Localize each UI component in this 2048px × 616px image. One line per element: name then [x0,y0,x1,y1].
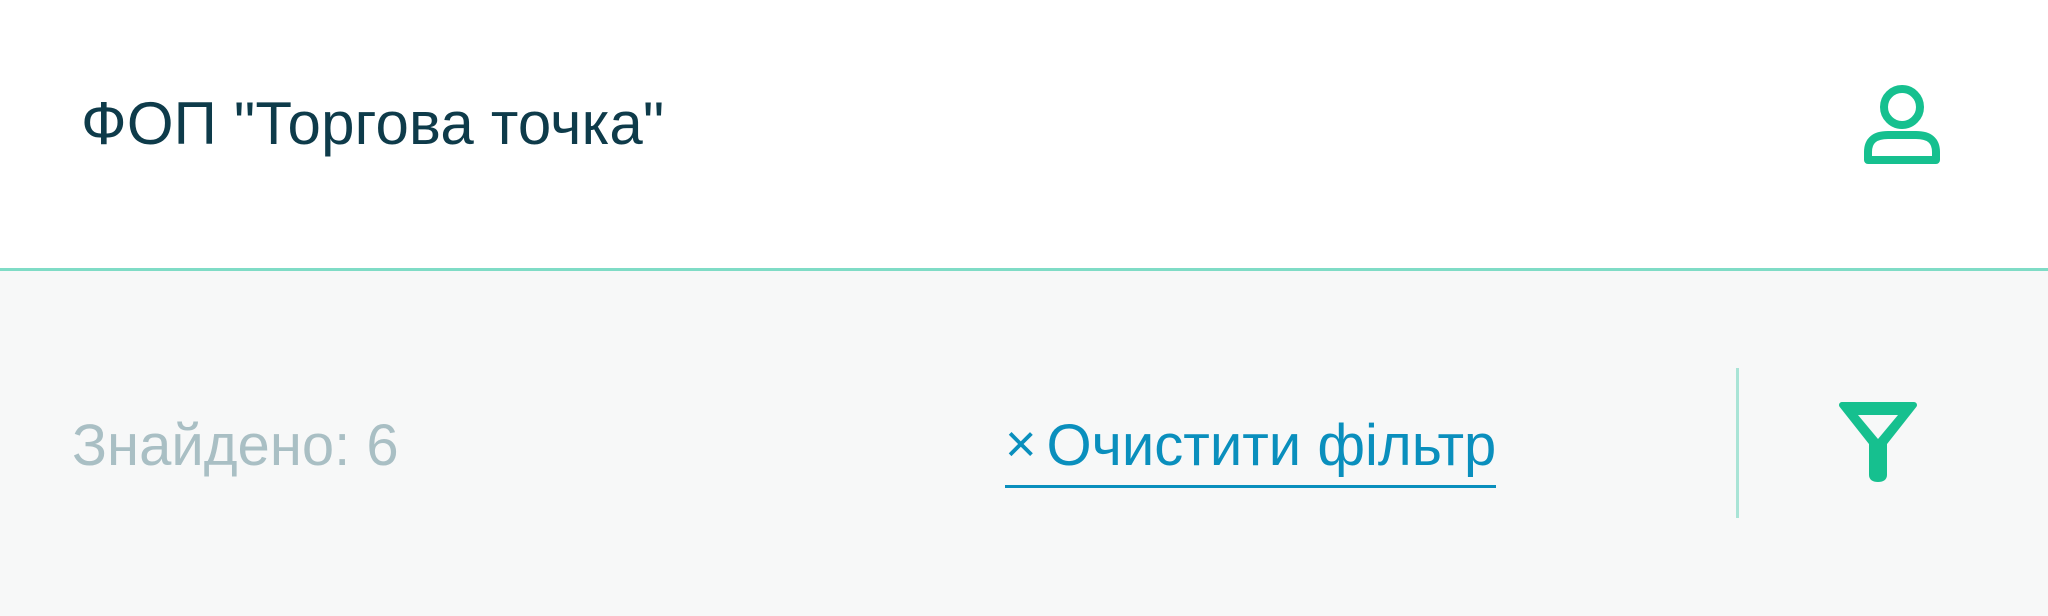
vertical-divider [1736,368,1739,518]
user-icon [1864,85,1940,164]
results-count: Знайдено: 6 [72,413,399,478]
profile-button[interactable] [1852,76,1952,172]
filter-bar: Знайдено: 6 × Очистити фільтр [0,271,2048,616]
organization-title: ФОП "Торгова точка" [81,90,665,157]
app-header: ФОП "Торгова точка" [0,0,2048,271]
funnel-icon [1839,402,1917,482]
clear-filter-link[interactable]: × Очистити фільтр [1005,407,1497,488]
clear-filter-label: Очистити фільтр [1046,413,1497,478]
close-icon: × [1005,414,1037,474]
filter-button[interactable] [1830,391,1926,491]
